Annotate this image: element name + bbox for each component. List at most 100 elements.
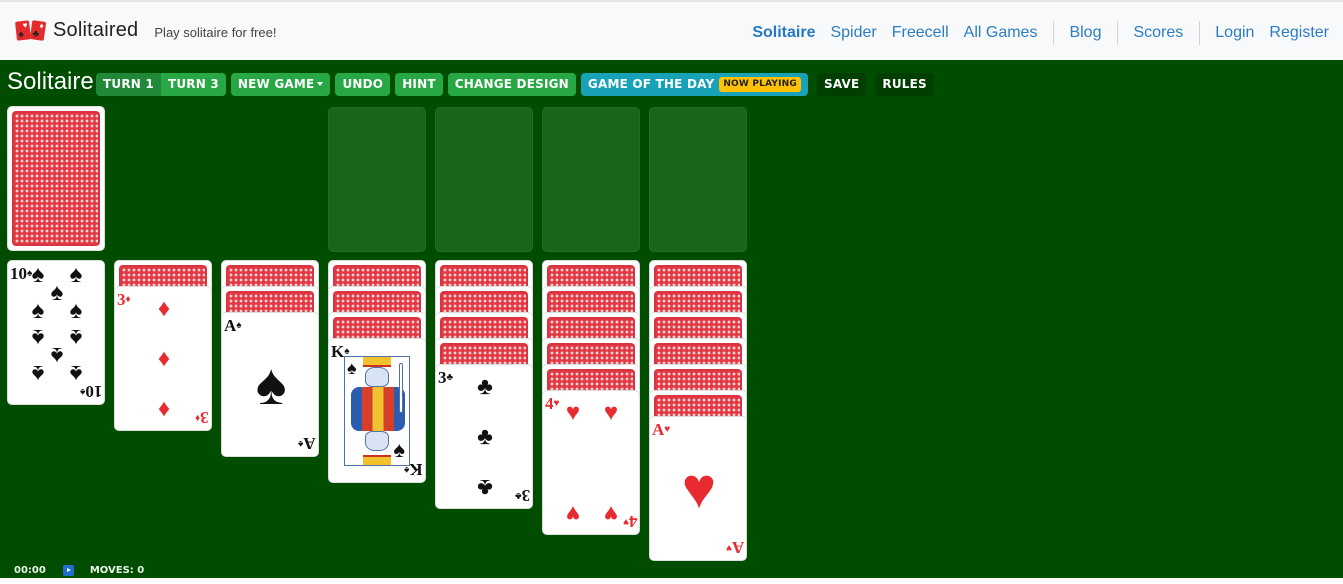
king-figure: ♠ ♠	[344, 356, 410, 466]
suit-icon: ♠	[79, 386, 85, 397]
card-rank-bottom: A♥	[725, 538, 744, 557]
card-rank-top: 10♠	[10, 265, 32, 282]
caret-down-icon	[317, 81, 324, 86]
suit-icon: ♣	[446, 372, 454, 383]
playing-card[interactable]: A♠ A♠ ♠	[221, 312, 319, 457]
suit-icon: ♠	[236, 320, 242, 331]
rules-button[interactable]: RULES	[875, 73, 934, 96]
nav-spider[interactable]: Spider	[830, 24, 876, 42]
suit-icon: ♠	[31, 297, 45, 324]
rank-text: K	[331, 342, 345, 361]
rank-text: 4	[545, 394, 554, 413]
card-rank-top: A♥	[652, 421, 670, 438]
new-game-button[interactable]: NEW GAME	[230, 73, 331, 96]
rank-text: 4	[628, 512, 638, 531]
turn-3-button[interactable]: TURN 3	[160, 73, 226, 96]
suit-icon: ♠	[255, 352, 287, 417]
suit-icon: ♥	[553, 398, 560, 409]
suit-icon: ♥	[622, 516, 629, 527]
suit-icon: ♦	[157, 295, 171, 322]
stock-pile[interactable]	[7, 106, 105, 251]
brand-name: Solitaired	[53, 19, 139, 41]
rank-text: 3	[438, 368, 447, 387]
now-playing-badge: NOW PLAYING	[719, 77, 801, 92]
nav-divider	[1199, 21, 1201, 45]
card-rank-bottom: 3♣	[514, 486, 531, 505]
hint-button[interactable]: HINT	[395, 73, 443, 96]
suit-icon: ♠	[69, 324, 83, 351]
nav-scores[interactable]: Scores	[1133, 24, 1183, 42]
rank-text: A	[652, 420, 665, 439]
save-button[interactable]: SAVE	[817, 73, 867, 96]
card-rank-bottom: 3♦	[195, 408, 210, 427]
suit-icon: ♠	[69, 261, 83, 288]
change-design-button[interactable]: CHANGE DESIGN	[447, 73, 576, 96]
navbar: ♥ ♠ ♦ ♣ Solitaired Play solitaire for free…	[0, 2, 1343, 60]
suit-icon: ♥	[565, 500, 581, 527]
suit-icon: ♦	[125, 294, 131, 305]
nav-register[interactable]: Register	[1269, 24, 1329, 42]
card-rank-bottom: A♠	[298, 434, 316, 453]
brand-link[interactable]: ♥ ♠ ♦ ♣ Solitaired Play solitaire for free…	[15, 19, 277, 42]
king-face	[365, 367, 389, 387]
turn-1-button[interactable]: TURN 1	[96, 73, 161, 96]
suit-icon: ♠	[347, 358, 357, 378]
tagline: Play solitaire for free!	[154, 24, 277, 40]
suit-icon: ♠	[31, 324, 45, 351]
playing-card[interactable]: K♠ K♠ ♠ ♠	[328, 338, 426, 483]
game-timer: 00:00	[14, 564, 46, 576]
suit-icon: ♠	[31, 360, 45, 387]
suit-icon: ♦	[195, 412, 201, 423]
crown-icon	[363, 357, 391, 367]
suit-icon: ♣	[477, 373, 493, 400]
foundation-slot[interactable]	[649, 107, 747, 252]
playing-card[interactable]: 4♥ 4♥ ♥ ♥ ♥ ♥	[542, 390, 640, 535]
sword-icon	[399, 363, 403, 413]
king-face-mirrored	[365, 431, 389, 451]
bottom-border	[0, 578, 1343, 584]
nav-freecell[interactable]: Freecell	[892, 24, 949, 42]
foundation-slot[interactable]	[542, 107, 640, 252]
suit-icon: ♥	[603, 500, 619, 527]
undo-button[interactable]: UNDO	[335, 73, 391, 96]
suit-icon: ♣	[477, 474, 493, 501]
main-nav: Solitaire Spider Freecell All Games Blog…	[752, 21, 1329, 45]
rank-text: 3	[521, 486, 531, 505]
game-of-the-day-button[interactable]: GAME OF THE DAY NOW PLAYING	[580, 73, 808, 96]
rank-text: 10	[10, 264, 27, 283]
suit-icon: ♣	[514, 490, 522, 501]
nav-divider	[1117, 21, 1119, 45]
card-rank-top: 3♣	[438, 369, 453, 386]
suit-icon: ♦	[157, 396, 171, 423]
card-back-pattern	[12, 111, 100, 246]
playing-card[interactable]: 3♣ 3♣ ♣ ♣ ♣	[435, 364, 533, 509]
suit-icon: ♠	[31, 261, 45, 288]
rank-text: K	[409, 460, 423, 479]
suit-icon: ♣	[477, 423, 493, 450]
nav-all-games[interactable]: All Games	[964, 24, 1038, 42]
playing-card[interactable]: 10♠ 10♠ ♠ ♠ ♠ ♠ ♠ ♠ ♠ ♠ ♠ ♠	[7, 260, 105, 405]
suit-icon: ♠	[393, 437, 405, 462]
suit-icon: ♥	[681, 456, 717, 521]
card-rank-bottom: 10♠	[79, 382, 102, 401]
game-title: Solitaire	[7, 68, 94, 95]
nav-solitaire[interactable]: Solitaire	[752, 24, 815, 42]
play-icon[interactable]	[62, 564, 74, 576]
suit-icon: ♠	[69, 360, 83, 387]
nav-blog[interactable]: Blog	[1069, 24, 1101, 42]
new-game-label: NEW GAME	[237, 77, 315, 91]
game-of-the-day-label: GAME OF THE DAY	[587, 77, 715, 91]
card-rank-bottom: 4♥	[622, 512, 638, 531]
rank-text: 3	[200, 408, 210, 427]
playing-card[interactable]: A♥ A♥ ♥	[649, 416, 747, 561]
nav-login[interactable]: Login	[1215, 24, 1254, 42]
suit-icon: ♠	[298, 438, 304, 449]
suit-icon: ♠	[50, 342, 64, 369]
rank-text: 10	[85, 382, 102, 401]
nav-divider	[1053, 21, 1055, 45]
move-counter: MOVES: 0	[89, 564, 145, 576]
suit-icon: ♥	[725, 542, 732, 553]
playing-card[interactable]: 3♦ 3♦ ♦ ♦ ♦	[114, 286, 212, 431]
foundation-slot[interactable]	[435, 107, 533, 252]
foundation-slot[interactable]	[328, 107, 426, 252]
